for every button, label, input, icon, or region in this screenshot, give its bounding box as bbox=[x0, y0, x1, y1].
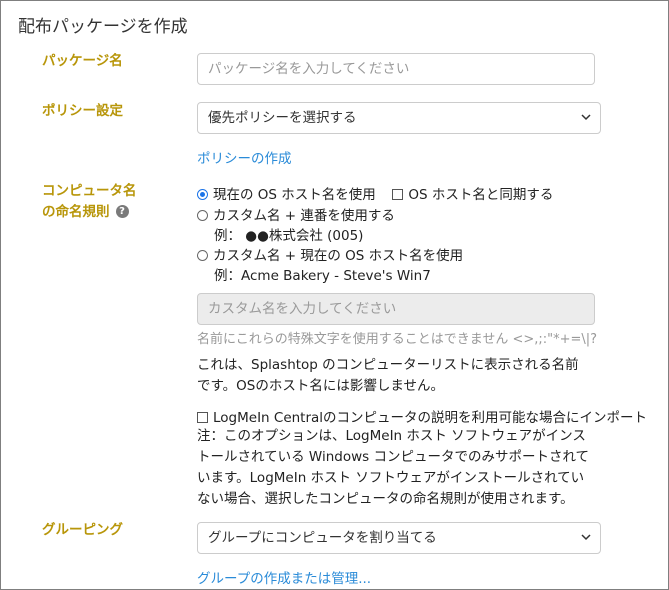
import-note-line1: 注：このオプションは、LogMeIn ホスト ソフトウェアがインス bbox=[197, 428, 586, 444]
naming-label: コンピュータ名 の命名規則? bbox=[42, 181, 137, 223]
radio-unselected-icon[interactable] bbox=[197, 209, 208, 221]
package-name-input[interactable]: パッケージ名を入力してください bbox=[197, 53, 595, 85]
naming-description-line2: です。OSのホスト名には影響しません。 bbox=[197, 378, 444, 394]
import-note-line2: トールされている Windows コンピュータでのみサポートされて bbox=[197, 449, 590, 465]
create-policy-link[interactable]: ポリシーの作成 bbox=[197, 147, 292, 167]
grouping-select-value: グループにコンピュータを割り当てる bbox=[208, 530, 437, 546]
package-name-label: パッケージ名 bbox=[42, 53, 123, 69]
radio-selected-icon[interactable] bbox=[197, 188, 208, 200]
import-description-option[interactable]: LogMeIn Centralのコンピュータの説明を利用可能な場合にインポート bbox=[197, 406, 647, 426]
naming-option-custom-serial-label: カスタム名 + 連番を使用する bbox=[213, 208, 395, 224]
naming-option-custom-serial[interactable]: カスタム名 + 連番を使用する bbox=[197, 204, 395, 224]
package-name-placeholder: パッケージ名を入力してください bbox=[208, 61, 410, 77]
naming-option-custom-host[interactable]: カスタム名 + 現在の OS ホスト名を使用 bbox=[197, 244, 463, 264]
dialog-title: 配布パッケージを作成 bbox=[18, 17, 188, 37]
naming-option-custom-host-label: カスタム名 + 現在の OS ホスト名を使用 bbox=[213, 248, 464, 264]
naming-option-custom-serial-example: 例： ●●株式会社 (005) bbox=[214, 228, 364, 244]
policy-label: ポリシー設定 bbox=[42, 103, 123, 119]
naming-description: これは、Splashtop のコンピューターリストに表示される名前 です。OSの… bbox=[197, 355, 579, 397]
naming-option-os-host[interactable]: 現在の OS ホスト名を使用 OS ホスト名と同期する bbox=[197, 183, 553, 203]
import-description-checkbox[interactable] bbox=[197, 411, 208, 423]
naming-label-line2: の命名規則 bbox=[42, 204, 110, 220]
sync-os-host-label: OS ホスト名と同期する bbox=[408, 187, 554, 203]
grouping-select[interactable]: グループにコンピュータを割り当てる bbox=[197, 522, 601, 554]
policy-select-value: 優先ポリシーを選択する bbox=[208, 110, 357, 126]
naming-label-line2-row: の命名規則? bbox=[42, 202, 137, 223]
chevron-down-icon bbox=[581, 114, 591, 121]
naming-description-line1: これは、Splashtop のコンピューターリストに表示される名前 bbox=[197, 357, 579, 373]
invalid-chars-hint: 名前にこれらの特殊文字を使用することはできません <>,;:"*+=\|? bbox=[197, 332, 598, 347]
custom-name-input[interactable]: カスタム名を入力してください bbox=[197, 293, 595, 325]
radio-unselected-icon[interactable] bbox=[197, 249, 208, 261]
naming-option-os-host-label: 現在の OS ホスト名を使用 bbox=[213, 187, 376, 203]
sync-os-host-checkbox[interactable] bbox=[392, 188, 404, 200]
manage-groups-link[interactable]: グループの作成または管理... bbox=[197, 567, 371, 587]
question-circle-icon[interactable]: ? bbox=[115, 204, 129, 218]
import-note-line4: ない場合、選択したコンピュータの命名規則が使用されます。 bbox=[197, 491, 574, 507]
import-description-label: LogMeIn Centralのコンピュータの説明を利用可能な場合にインポート bbox=[213, 410, 648, 426]
policy-select[interactable]: 優先ポリシーを選択する bbox=[197, 102, 601, 134]
import-note: 注：このオプションは、LogMeIn ホスト ソフトウェアがインス トールされて… bbox=[197, 426, 589, 510]
naming-label-line1: コンピュータ名 bbox=[42, 183, 137, 199]
chevron-down-icon bbox=[581, 534, 591, 541]
grouping-label: グルーピング bbox=[42, 522, 123, 538]
import-note-line3: います。LogMeIn ホスト ソフトウェアがインストールされてい bbox=[197, 470, 585, 486]
naming-option-custom-host-example: 例：Acme Bakery - Steve's Win7 bbox=[214, 268, 431, 284]
custom-name-placeholder: カスタム名を入力してください bbox=[208, 301, 397, 317]
